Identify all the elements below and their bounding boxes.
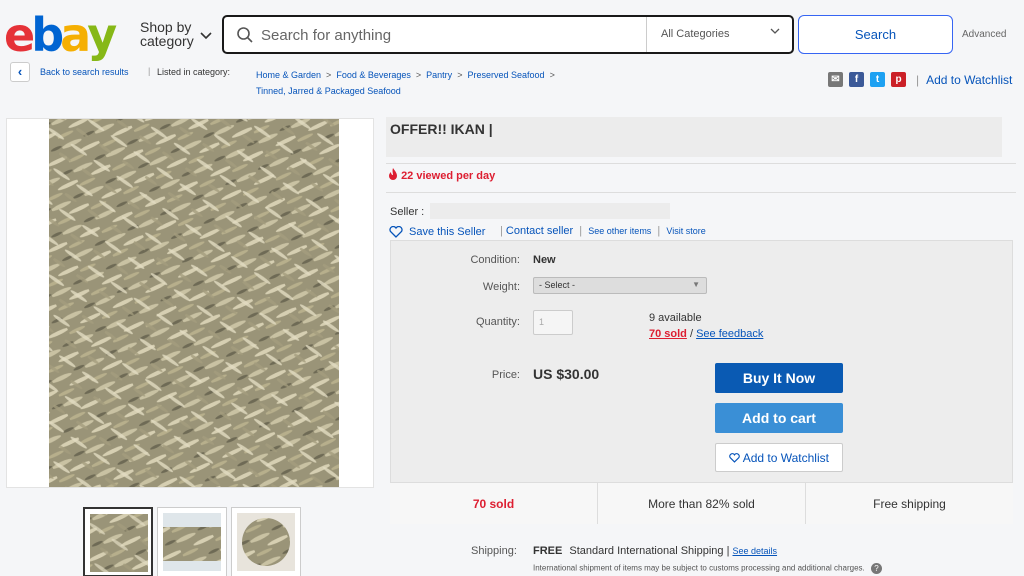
shipping-method: Standard International Shipping xyxy=(569,545,724,557)
available-count: 9 available xyxy=(649,312,702,324)
breadcrumb-tinned-seafood[interactable]: Tinned, Jarred & Packaged Seafood xyxy=(256,86,401,96)
visit-store-link[interactable]: Visit store xyxy=(666,226,705,236)
category-label: category xyxy=(140,33,194,49)
chevron-down-icon: ▼ xyxy=(692,280,700,289)
breadcrumb-pantry[interactable]: Pantry xyxy=(426,70,452,80)
shipping-info: FREE Standard International Shipping | S… xyxy=(533,545,777,557)
breadcrumb-separator: > xyxy=(454,70,465,80)
sold-stat: 70 sold xyxy=(390,483,598,524)
flame-icon xyxy=(388,168,401,182)
logo-letter-a: a xyxy=(60,8,91,62)
viewed-per-day-text: 22 viewed per day xyxy=(401,170,496,182)
see-details-link[interactable]: See details xyxy=(733,546,778,556)
ebay-logo[interactable]: ebay xyxy=(4,8,117,62)
breadcrumb-separator: > xyxy=(323,70,334,80)
condition-label: Condition: xyxy=(470,254,520,266)
share-icons: ✉ f t p xyxy=(828,72,906,87)
see-feedback-link[interactable]: See feedback xyxy=(696,328,763,340)
add-to-watchlist-label: Add to Watchlist xyxy=(742,451,829,465)
weight-select[interactable]: - Select - ▼ xyxy=(533,277,707,294)
email-icon[interactable]: ✉ xyxy=(828,72,843,87)
twitter-icon[interactable]: t xyxy=(870,72,885,87)
see-other-items-link[interactable]: See other items xyxy=(588,226,651,236)
shop-by-category-button[interactable]: Shop by category xyxy=(140,19,212,49)
category-select-value: All Categories xyxy=(661,28,730,40)
breadcrumb-preserved-seafood[interactable]: Preserved Seafood xyxy=(467,70,544,80)
thumbnail-2[interactable] xyxy=(157,507,227,576)
seller-links: | Contact seller | See other items | Vis… xyxy=(500,225,706,237)
seller-label: Seller : xyxy=(390,206,425,218)
back-to-search-link[interactable]: Back to search results xyxy=(40,67,129,77)
help-icon[interactable]: ? xyxy=(870,563,882,574)
condition-value: New xyxy=(533,254,556,266)
percent-sold-stat: More than 82% sold xyxy=(598,483,806,524)
free-shipping-stat: Free shipping xyxy=(873,497,946,511)
buy-it-now-button[interactable]: Buy It Now xyxy=(715,363,843,393)
shop-by-label: Shop by xyxy=(140,19,192,35)
quantity-input[interactable]: 1 xyxy=(533,310,573,335)
weight-label: Weight: xyxy=(482,281,520,293)
thumbnail-strip xyxy=(83,507,301,576)
divider xyxy=(386,163,1016,164)
chevron-down-icon xyxy=(770,27,780,38)
breadcrumb-divider: | xyxy=(148,66,151,76)
stats-bar: 70 sold More than 82% sold Free shipping xyxy=(390,482,1013,524)
dried-anchovies-image xyxy=(49,119,339,487)
price-label: Price: xyxy=(491,369,520,381)
search-bar: All Categories xyxy=(222,15,794,54)
shipping-label: Shipping: xyxy=(471,545,517,557)
divider xyxy=(386,192,1016,193)
logo-letter-b: b xyxy=(31,8,64,62)
quantity-label: Quantity: xyxy=(475,316,520,328)
add-to-watchlist-link[interactable]: Add to Watchlist xyxy=(916,73,1012,87)
add-to-cart-button[interactable]: Add to cart xyxy=(715,403,843,433)
listed-in-label: Listed in category: xyxy=(157,67,231,77)
logo-letter-y: y xyxy=(87,8,117,62)
shipping-note: International shipment of items may be s… xyxy=(533,563,882,574)
search-button[interactable]: Search xyxy=(798,15,953,54)
breadcrumb-separator: > xyxy=(413,70,424,80)
heart-icon xyxy=(729,453,740,463)
save-seller-label: Save this Seller xyxy=(409,226,486,238)
shipping-free: FREE xyxy=(533,545,563,557)
breadcrumb-home-garden[interactable]: Home & Garden xyxy=(256,70,321,80)
thumbnail-3[interactable] xyxy=(231,507,301,576)
thumbnail-1[interactable] xyxy=(83,507,153,576)
search-icon xyxy=(237,27,253,43)
breadcrumb-food-beverages[interactable]: Food & Beverages xyxy=(336,70,411,80)
breadcrumb-separator: > xyxy=(547,70,555,80)
category-select[interactable]: All Categories xyxy=(646,17,794,52)
heart-icon xyxy=(389,226,403,238)
back-arrow-icon[interactable]: ‹ xyxy=(10,62,30,82)
viewed-per-day-badge: 22 viewed per day xyxy=(388,168,495,182)
sold-feedback-line: 70 sold / See feedback xyxy=(649,328,763,340)
add-to-watchlist-button[interactable]: Add to Watchlist xyxy=(715,443,843,472)
weight-select-value: - Select - xyxy=(539,280,576,290)
pinterest-icon[interactable]: p xyxy=(891,72,906,87)
price-value: US $30.00 xyxy=(533,366,600,382)
main-product-image[interactable] xyxy=(6,118,374,488)
advanced-search-link[interactable]: Advanced xyxy=(962,29,1006,40)
sold-count-link[interactable]: 70 sold xyxy=(649,328,687,340)
shipping-note-text: International shipment of items may be s… xyxy=(533,563,865,573)
seller-name-redacted xyxy=(430,203,670,219)
save-seller-button[interactable]: Save this Seller xyxy=(389,226,485,238)
page-title: OFFER!! IKAN | xyxy=(390,121,493,137)
facebook-icon[interactable]: f xyxy=(849,72,864,87)
breadcrumb: Home & Garden > Food & Beverages > Pantr… xyxy=(256,67,601,99)
contact-seller-link[interactable]: Contact seller xyxy=(506,225,573,237)
chevron-down-icon xyxy=(200,29,212,43)
search-input[interactable] xyxy=(261,24,641,46)
logo-letter-e: e xyxy=(4,8,35,62)
